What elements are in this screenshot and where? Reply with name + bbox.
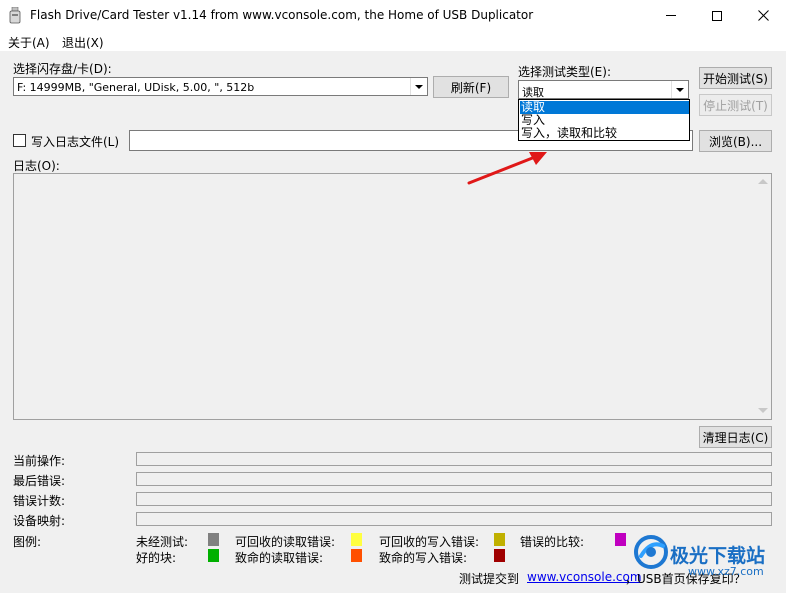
minimize-icon xyxy=(666,15,676,16)
clear-log-button[interactable]: 清理日志(C) xyxy=(699,426,772,448)
legend-fatal-read-swatch xyxy=(351,549,362,562)
log-label: 日志(O): xyxy=(13,159,60,173)
legend-fatal-write-swatch xyxy=(494,549,505,562)
legend-recoverable-write-swatch xyxy=(494,533,505,546)
legend-good-swatch xyxy=(208,549,219,562)
menu-about[interactable]: 关于(A) xyxy=(8,34,50,51)
drive-select[interactable]: F: 14999MB, "General, UDisk, 5.00, ", 51… xyxy=(13,77,428,96)
start-test-button[interactable]: 开始测试(S) xyxy=(699,67,772,89)
legend-fatal-write-label: 致命的写入错误: xyxy=(379,551,468,565)
close-icon xyxy=(757,10,769,21)
legend-recoverable-read-swatch xyxy=(351,533,362,546)
menu-bar xyxy=(0,31,786,51)
refresh-button[interactable]: 刷新(F) xyxy=(433,76,509,98)
legend-compare-error-swatch xyxy=(615,533,626,546)
legend-good-label: 好的块: xyxy=(136,551,177,565)
legend-recoverable-read-label: 可回收的读取错误: xyxy=(235,535,336,549)
close-button[interactable] xyxy=(740,0,786,31)
xz7-logo-icon xyxy=(633,534,669,570)
test-type-select[interactable]: 读取 xyxy=(518,80,689,99)
legend-untested-swatch xyxy=(208,533,219,546)
test-type-option-write-read-compare[interactable]: 写入，读取和比较 xyxy=(520,127,689,140)
device-map-field xyxy=(136,512,772,526)
test-type-select-value: 读取 xyxy=(522,86,544,99)
scroll-down-icon[interactable] xyxy=(758,408,768,413)
last-error-field xyxy=(136,472,772,486)
chevron-down-icon[interactable] xyxy=(671,81,688,98)
logfile-label: 写入日志文件(L) xyxy=(31,135,120,149)
current-op-label: 当前操作: xyxy=(13,454,66,468)
maximize-icon xyxy=(712,10,722,21)
legend-recoverable-write-label: 可回收的写入错误: xyxy=(379,535,480,549)
legend-untested-label: 未经测试: xyxy=(136,535,189,549)
device-map-label: 设备映射: xyxy=(13,514,66,528)
stop-test-button[interactable]: 停止测试(T) xyxy=(699,94,772,116)
test-type-option-read[interactable]: 读取 xyxy=(520,101,689,114)
watermark-text: 极光下载站 xyxy=(670,545,766,567)
watermark-url: www.xz7.com xyxy=(688,565,764,578)
test-type-label: 选择测试类型(E): xyxy=(518,65,611,79)
current-op-field xyxy=(136,452,772,466)
legend-fatal-read-label: 致命的读取错误: xyxy=(235,551,324,565)
chevron-down-icon[interactable] xyxy=(410,78,427,95)
menu-exit[interactable]: 退出(X) xyxy=(62,34,104,51)
footer-submit-text: 测试提交到 xyxy=(459,572,520,586)
error-count-field xyxy=(136,492,772,506)
minimize-button[interactable] xyxy=(648,0,694,31)
window-title: Flash Drive/Card Tester v1.14 from www.v… xyxy=(30,8,534,22)
log-textarea[interactable] xyxy=(13,173,772,420)
test-type-dropdown: 读取 写入 写入，读取和比较 xyxy=(518,99,690,141)
last-error-label: 最后错误: xyxy=(13,474,66,488)
usb-drive-icon xyxy=(9,6,21,24)
legend-compare-error-label: 错误的比较: xyxy=(520,535,585,549)
annotation-arrow-icon xyxy=(467,152,547,185)
scroll-up-icon[interactable] xyxy=(758,179,768,184)
logfile-checkbox[interactable] xyxy=(13,134,26,147)
maximize-button[interactable] xyxy=(694,0,740,31)
drive-select-value: F: 14999MB, "General, UDisk, 5.00, ", 51… xyxy=(17,81,255,94)
error-count-label: 错误计数: xyxy=(13,494,66,508)
legend-title: 图例: xyxy=(13,535,42,549)
drive-label: 选择闪存盘/卡(D): xyxy=(13,62,112,76)
browse-button[interactable]: 浏览(B)... xyxy=(699,130,772,152)
